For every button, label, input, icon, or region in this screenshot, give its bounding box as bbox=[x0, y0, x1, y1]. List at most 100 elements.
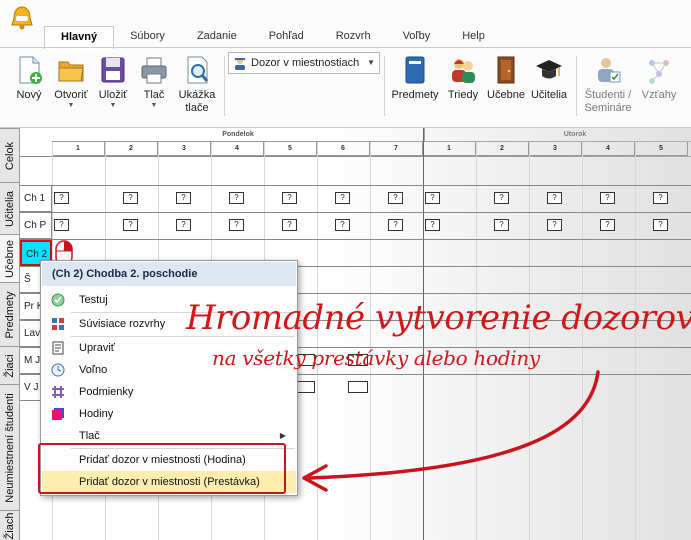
supervision-slot[interactable]: ? bbox=[54, 192, 69, 204]
save-label: Uložiť bbox=[98, 89, 128, 101]
menu-item-free-label: Voľno bbox=[79, 364, 108, 376]
period-header-cell: 5 bbox=[264, 142, 317, 156]
side-tab-students[interactable]: Žiaci bbox=[0, 346, 19, 384]
menu-item-hours[interactable]: Hodiny bbox=[42, 403, 296, 425]
side-tab-subjects[interactable]: Predmety bbox=[0, 282, 19, 346]
teachers-button[interactable]: Učitelia bbox=[527, 54, 571, 102]
print-preview-button[interactable]: Ukážka tlače bbox=[176, 54, 218, 115]
supervision-slot[interactable]: ? bbox=[494, 219, 509, 231]
column-divider bbox=[582, 142, 583, 540]
supervision-slot[interactable] bbox=[295, 381, 315, 393]
column-divider bbox=[317, 142, 318, 540]
classrooms-label: Učebne bbox=[487, 89, 525, 101]
ribbon: Hlavný Súbory Zadanie Pohľad Rozvrh Voľb… bbox=[0, 0, 691, 128]
tab-options[interactable]: Voľby bbox=[387, 26, 447, 48]
save-dropdown-chevron-icon[interactable]: ▼ bbox=[95, 102, 131, 110]
period-header-cell: 1 bbox=[423, 142, 476, 156]
graduation-cap-icon bbox=[536, 60, 562, 79]
floppy-disk-icon bbox=[101, 57, 125, 83]
side-tab-subjects-label: Predmety bbox=[3, 290, 16, 339]
supervision-slot[interactable]: ? bbox=[425, 219, 440, 231]
classes-button[interactable]: Triedy bbox=[444, 54, 482, 102]
menu-item-test-label: Testuj bbox=[79, 294, 108, 306]
column-divider bbox=[476, 142, 477, 540]
supervision-slot[interactable]: ? bbox=[229, 192, 244, 204]
side-tab-unplaced-students[interactable]: Neumiestnení študenti bbox=[0, 384, 19, 510]
supervision-slot[interactable]: ? bbox=[547, 219, 562, 231]
view-mode-value: Dozor v miestnostiach bbox=[251, 57, 360, 69]
day-header-monday: Pondelok bbox=[52, 128, 425, 142]
supervision-slot[interactable]: ? bbox=[600, 219, 615, 231]
supervision-slot[interactable]: ? bbox=[494, 192, 509, 204]
side-tab-teachers[interactable]: Učitelia bbox=[0, 182, 19, 234]
menu-item-print-label: Tlač bbox=[79, 430, 100, 442]
promo-subheadline: na všetky prestávky alebo hodiny bbox=[212, 346, 540, 370]
tab-help[interactable]: Help bbox=[446, 26, 501, 48]
period-header-cell: 4 bbox=[582, 142, 635, 156]
side-tab-classrooms-label: Učebne bbox=[3, 239, 16, 278]
column-divider bbox=[635, 142, 636, 540]
side-tab-students-label: Žiaci bbox=[3, 353, 16, 378]
save-button[interactable]: Uložiť ▼ bbox=[95, 54, 131, 110]
students-label-line1: Študenti / bbox=[584, 89, 632, 101]
relations-network-icon bbox=[649, 60, 669, 84]
supervision-slot[interactable]: ? bbox=[653, 192, 668, 204]
print-label: Tlač bbox=[143, 89, 165, 101]
relations-button[interactable]: Vzťahy bbox=[638, 54, 680, 102]
supervision-slot[interactable]: ? bbox=[176, 219, 191, 231]
supervision-slot[interactable]: ? bbox=[54, 219, 69, 231]
open-button[interactable]: Otvoriť ▼ bbox=[50, 54, 92, 110]
teachers-label: Učitelia bbox=[530, 89, 568, 101]
side-tab-classrooms[interactable]: Učebne bbox=[0, 234, 19, 282]
side-tab-teachers-label: Učitelia bbox=[3, 190, 16, 227]
tab-main[interactable]: Hlavný bbox=[44, 26, 115, 49]
subjects-button[interactable]: Predmety bbox=[389, 54, 441, 102]
students-seminars-button[interactable]: Študenti / Semináre bbox=[580, 54, 636, 115]
supervision-slot[interactable]: ? bbox=[335, 219, 350, 231]
supervision-slot[interactable]: ? bbox=[653, 219, 668, 231]
side-tab-pupil[interactable]: Žiach bbox=[0, 510, 19, 540]
supervision-slot[interactable]: ? bbox=[123, 192, 138, 204]
preview-label-line2: tlače bbox=[185, 102, 209, 114]
print-dropdown-chevron-icon[interactable]: ▼ bbox=[137, 102, 171, 110]
classrooms-button[interactable]: Učebne bbox=[485, 54, 527, 102]
tab-files[interactable]: Súbory bbox=[114, 26, 181, 48]
tab-view[interactable]: Pohľad bbox=[253, 26, 320, 48]
supervision-slot[interactable]: ? bbox=[388, 219, 403, 231]
supervision-slot[interactable]: ? bbox=[425, 192, 440, 204]
supervision-slot[interactable]: ? bbox=[282, 192, 297, 204]
menu-item-related-label: Súvisiace rozvrhy bbox=[79, 318, 166, 330]
ribbon-separator bbox=[384, 56, 385, 116]
supervision-slot[interactable]: ? bbox=[123, 219, 138, 231]
supervision-slot[interactable]: ? bbox=[600, 192, 615, 204]
supervision-slot[interactable]: ? bbox=[229, 219, 244, 231]
conditions-hash-icon bbox=[52, 386, 64, 398]
menu-item-edit-label: Upraviť bbox=[79, 342, 115, 354]
row-header[interactable]: Ch P bbox=[20, 213, 52, 239]
supervision-slot[interactable]: ? bbox=[176, 192, 191, 204]
tab-timetable[interactable]: Rozvrh bbox=[320, 26, 387, 48]
view-mode-dropdown[interactable]: Dozor v miestnostiach ▼ bbox=[228, 52, 380, 74]
callout-highlight-box bbox=[38, 443, 286, 494]
tab-input[interactable]: Zadanie bbox=[181, 26, 253, 48]
row-header[interactable]: Ch 1 bbox=[20, 186, 52, 212]
side-tab-overview[interactable]: Celok bbox=[0, 128, 19, 182]
period-header-cell: 7 bbox=[370, 142, 423, 156]
menu-item-conditions[interactable]: Podmienky bbox=[42, 381, 296, 403]
app-bell-logo-icon[interactable] bbox=[8, 4, 36, 32]
students-group-icon bbox=[452, 59, 475, 83]
print-button[interactable]: Tlač ▼ bbox=[137, 54, 171, 110]
tab-underline bbox=[0, 47, 691, 48]
open-dropdown-chevron-icon[interactable]: ▼ bbox=[50, 102, 92, 110]
supervision-slot[interactable]: ? bbox=[388, 192, 403, 204]
supervision-slot[interactable] bbox=[348, 381, 368, 393]
supervision-slot[interactable]: ? bbox=[335, 192, 350, 204]
row-divider bbox=[20, 239, 691, 240]
supervision-slot[interactable]: ? bbox=[547, 192, 562, 204]
new-button[interactable]: Nový bbox=[12, 54, 46, 102]
door-icon bbox=[497, 56, 515, 84]
related-timetables-icon bbox=[52, 318, 64, 330]
supervision-slot[interactable]: ? bbox=[282, 219, 297, 231]
supervision-person-icon bbox=[235, 58, 245, 70]
promo-headline: Hromadné vytvorenie dozorov bbox=[186, 298, 691, 338]
